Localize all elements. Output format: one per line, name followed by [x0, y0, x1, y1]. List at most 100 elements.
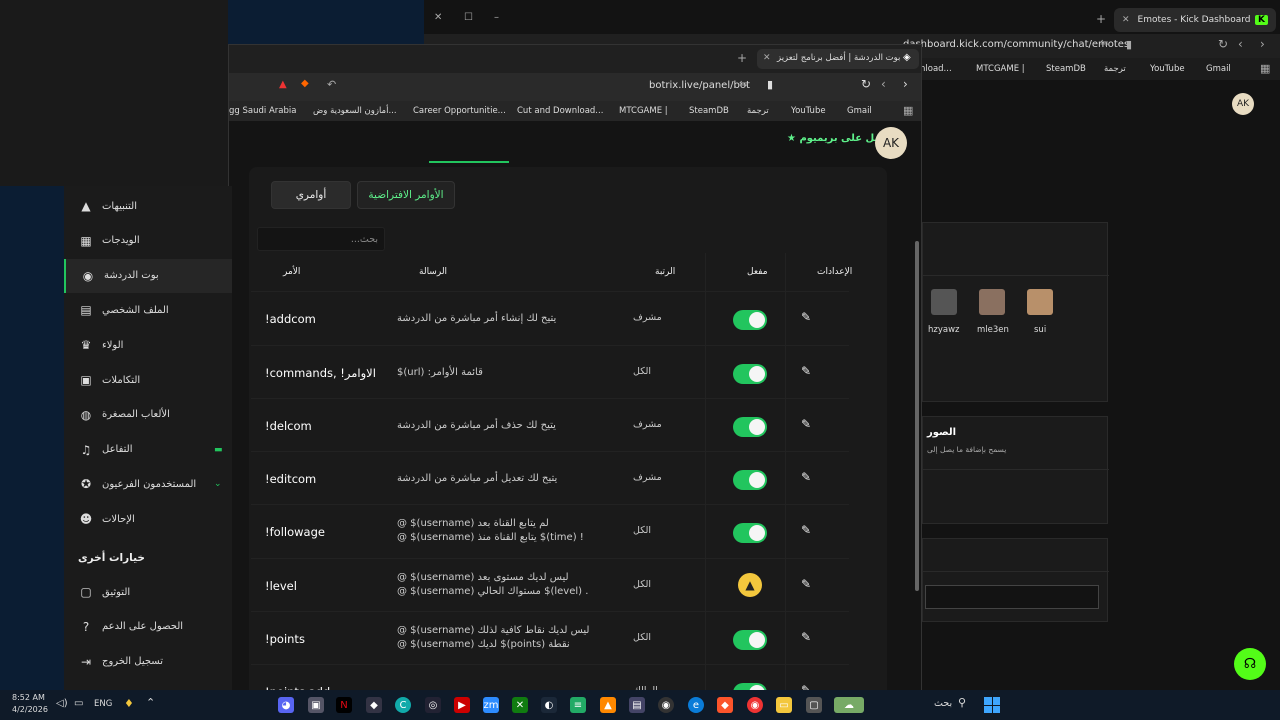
brave-shields-icon[interactable]: ◆ [301, 78, 309, 89]
edge-icon[interactable]: e [688, 697, 704, 713]
sidebar-item[interactable]: ⇥ تسجيل الخروج [64, 645, 232, 679]
edit-icon[interactable]: ✎ [801, 523, 811, 537]
support-chat-icon[interactable]: ☊ [1234, 648, 1266, 680]
text-input[interactable] [925, 585, 1099, 609]
tab-close-icon[interactable]: ✕ [1122, 15, 1130, 25]
bookmark[interactable]: ترجمة [747, 106, 769, 116]
bookmark[interactable]: Gmail [1206, 64, 1231, 74]
edit-icon[interactable]: ✎ [801, 577, 811, 591]
site-settings-icon[interactable]: ⇋ [739, 79, 747, 90]
zoom-icon[interactable]: zm [483, 697, 499, 713]
back-icon[interactable]: ‹ [1238, 37, 1243, 51]
app-icon[interactable]: ◉ [658, 697, 674, 713]
bookmark[interactable]: YouTube [1150, 64, 1185, 74]
enabled-toggle[interactable] [733, 417, 767, 437]
steam-icon[interactable]: ◐ [541, 697, 557, 713]
bookmark[interactable]: ترجمة [1104, 64, 1126, 74]
sidebar-item[interactable]: ▢ التوثيق [64, 575, 232, 609]
obs-icon[interactable]: ◎ [425, 697, 441, 713]
enabled-toggle[interactable] [733, 630, 767, 650]
bg-url[interactable]: dashboard.kick.com/community/chat/emotes [903, 39, 1129, 50]
edit-icon[interactable]: ✎ [801, 470, 811, 484]
app-icon[interactable]: ▣ [308, 697, 324, 713]
forward-icon[interactable]: › [1260, 37, 1265, 51]
bookmark[interactable]: Gmail [847, 106, 872, 116]
chrome-icon[interactable]: ◉ [747, 697, 763, 713]
discord-icon[interactable]: ◕ [278, 697, 294, 713]
netflix-icon[interactable]: N [336, 697, 352, 713]
language-indicator[interactable]: ENG [94, 699, 112, 709]
network-icon[interactable]: ▭ [74, 698, 83, 709]
back-icon[interactable]: ‹ [881, 77, 886, 91]
bookmark[interactable]: MTCGAME | [976, 64, 1025, 74]
sidebar-item[interactable]: ▲ التنبيهات [64, 189, 232, 223]
new-tab-icon[interactable]: + [737, 51, 747, 65]
tab-my-commands[interactable]: أوامري [271, 181, 351, 209]
bookmark[interactable]: SteamDB [689, 106, 729, 116]
bookmark[interactable]: أمازون السعودية وض... [313, 106, 397, 116]
emote-image[interactable] [1027, 289, 1053, 315]
forward-icon[interactable]: › [903, 77, 908, 91]
fg-url[interactable]: botrix.live/panel/bot [649, 80, 750, 91]
edit-icon[interactable]: ✎ [801, 364, 811, 378]
close-icon[interactable]: ✕ [434, 12, 442, 23]
sidebar-item[interactable]: ▣ التكاملات [64, 363, 232, 397]
sidebar-item[interactable]: ◍ الألعاب المصغرة [64, 398, 232, 432]
emote-image[interactable] [979, 289, 1005, 315]
microphone-icon[interactable]: ♦ [124, 697, 134, 710]
windows-start-icon[interactable] [984, 697, 1000, 713]
minimize-icon[interactable]: – [494, 12, 499, 23]
warning-icon[interactable]: ▲ [738, 573, 762, 597]
reload-icon[interactable]: ↻ [1218, 37, 1228, 51]
search-icon[interactable]: ⚲ [958, 696, 966, 709]
edit-icon[interactable]: ✎ [801, 630, 811, 644]
tab-botrix[interactable]: ✕ بوت الدردشة | أفضل برنامج لتعزيز ◈ [757, 49, 919, 69]
tab-kick-emotes[interactable]: ✕ Emotes - Kick Dashboard K [1114, 8, 1276, 32]
bookmark[interactable]: Career Opportunitie... [413, 106, 506, 116]
sidebar-item[interactable]: ♫ التفاعل ▬ [64, 433, 232, 467]
apps-grid-icon[interactable]: ▦ [903, 104, 913, 117]
bookmark[interactable]: YouTube [791, 106, 826, 116]
enabled-toggle[interactable] [733, 470, 767, 490]
taskbar-search-label[interactable]: بحث [934, 698, 952, 709]
sidebar-item[interactable]: ? الحصول على الدعم [64, 610, 232, 644]
reload-icon[interactable]: ↻ [861, 77, 871, 91]
bookmark[interactable]: nload... [920, 64, 952, 74]
widgets-icon[interactable]: ☁ [834, 697, 864, 713]
edit-icon[interactable]: ✎ [801, 310, 811, 324]
new-tab-icon[interactable]: + [1096, 12, 1106, 26]
app-icon[interactable]: ▢ [806, 697, 822, 713]
site-settings-icon[interactable]: ⇋ [1100, 38, 1108, 49]
xbox-icon[interactable]: ✕ [512, 697, 528, 713]
sidebar-item[interactable]: ♛ الولاء [64, 328, 232, 362]
brave-icon[interactable]: ◆ [717, 697, 733, 713]
tray-chevron-icon[interactable]: ⌃ [146, 696, 155, 709]
bookmark-icon[interactable]: ▮ [1126, 38, 1132, 51]
brave-rewards-icon[interactable]: ▲ [279, 79, 287, 90]
youtube-icon[interactable]: ▶ [454, 697, 470, 713]
tab-default-commands[interactable]: الأوامر الافتراضية [357, 181, 455, 209]
sidebar-item[interactable]: ▤ الملف الشخصي [64, 293, 232, 327]
avatar[interactable]: AK [875, 127, 907, 159]
file-explorer-icon[interactable]: ▭ [776, 697, 792, 713]
scrollbar[interactable] [915, 241, 919, 591]
emote-image[interactable] [931, 289, 957, 315]
enabled-toggle[interactable] [733, 364, 767, 384]
apps-grid-icon[interactable]: ▦ [1260, 62, 1270, 75]
share-icon[interactable]: ↶ [327, 78, 336, 91]
search-input[interactable]: بحث... [257, 227, 385, 251]
avatar[interactable]: AK [1232, 93, 1254, 115]
app-icon[interactable]: C [395, 697, 411, 713]
enabled-toggle[interactable] [733, 523, 767, 543]
bookmark[interactable]: gg Saudi Arabia [229, 106, 296, 116]
bookmark[interactable]: Cut and Download... [517, 106, 603, 116]
app-icon[interactable]: ≡ [570, 697, 586, 713]
maximize-icon[interactable]: ☐ [464, 12, 473, 23]
sidebar-item[interactable]: ☻ الإحالات [64, 502, 232, 536]
edit-icon[interactable]: ✎ [801, 417, 811, 431]
enabled-toggle[interactable] [733, 310, 767, 330]
sidebar-item[interactable]: ✪ المستخدمون الفرعيون ⌄ [64, 467, 232, 501]
app-icon[interactable]: ◆ [366, 697, 382, 713]
tab-close-icon[interactable]: ✕ [763, 53, 771, 63]
sidebar-item[interactable]: ▦ الويدجات [64, 224, 232, 258]
